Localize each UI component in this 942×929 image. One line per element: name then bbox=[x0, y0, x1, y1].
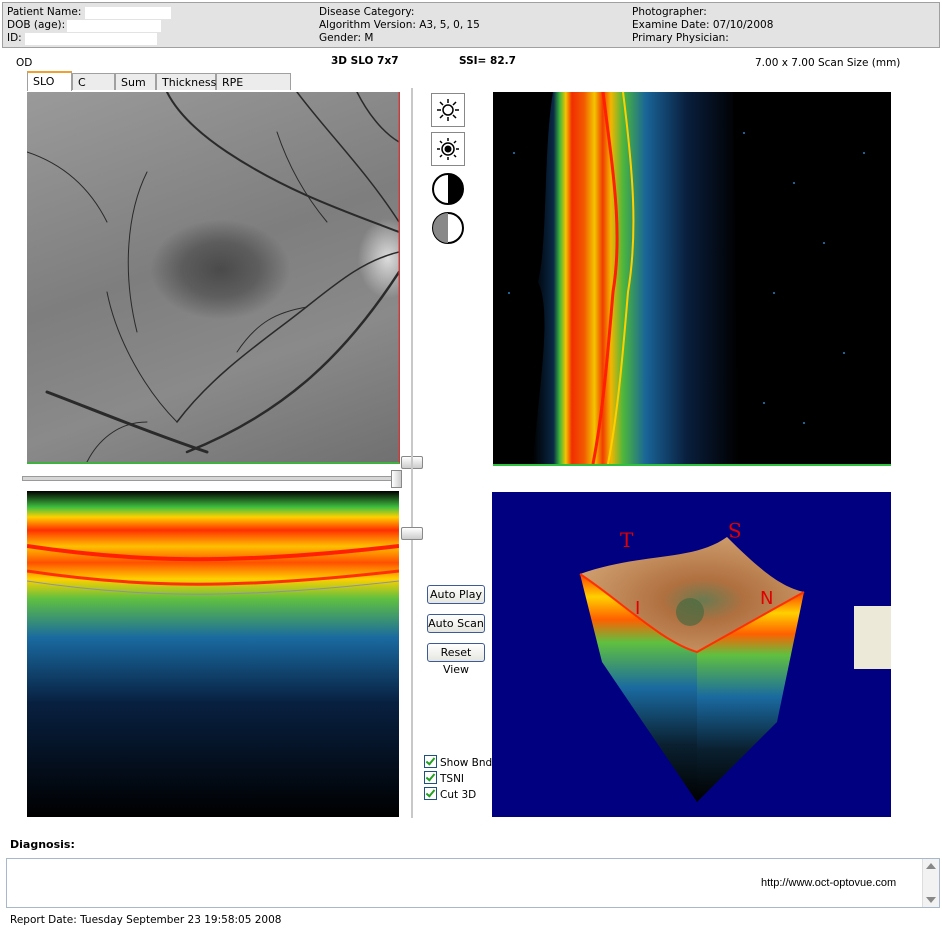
oct-3d-view[interactable]: T S I N bbox=[492, 492, 891, 817]
tab-thickness[interactable]: Thickness bbox=[156, 73, 216, 90]
checkbox-checked-icon[interactable] bbox=[424, 787, 437, 800]
gender-label: Gender: M bbox=[319, 32, 374, 44]
retina-vessels bbox=[27, 92, 399, 462]
slo-fundus-image[interactable] bbox=[27, 92, 400, 464]
oct-bscan-vertical[interactable] bbox=[493, 92, 891, 466]
photographer-label: Photographer: bbox=[632, 6, 707, 18]
slo-horizontal-slider-handle[interactable] bbox=[391, 470, 402, 488]
inferior-label: I bbox=[635, 598, 641, 619]
primary-physician-label: Primary Physician: bbox=[632, 32, 729, 44]
algorithm-version-label: Algorithm Version: A3, 5, 0, 15 bbox=[319, 19, 480, 31]
xscan-slider-handle[interactable] bbox=[401, 527, 423, 540]
checkbox-checked-icon[interactable] bbox=[424, 755, 437, 768]
panel-divider bbox=[411, 88, 413, 818]
dob-label: DOB (age): bbox=[7, 19, 66, 31]
eye-label: OD bbox=[16, 57, 33, 69]
report-date-label: Report Date: Tuesday September 23 19:58:… bbox=[10, 914, 282, 926]
cut-3d-label: Cut 3D bbox=[440, 789, 477, 801]
scan-size-label: 7.00 x 7.00 Scan Size (mm) bbox=[755, 57, 901, 69]
diagnosis-scrollbar[interactable] bbox=[922, 859, 939, 907]
tsni-label: TSNI bbox=[440, 773, 465, 785]
cut-3d-checkbox[interactable]: Cut 3D bbox=[424, 787, 476, 801]
auto-play-button[interactable]: Auto Play bbox=[427, 585, 485, 604]
scan-type-label: 3D SLO 7x7 bbox=[331, 55, 399, 67]
oct-bscan-horizontal[interactable] bbox=[27, 491, 399, 817]
bscan-layers bbox=[493, 92, 891, 464]
redacted-name bbox=[85, 7, 171, 19]
examine-date-label: Examine Date: 07/10/2008 bbox=[632, 19, 774, 31]
tab-rpe-elevation[interactable]: RPE Elevation bbox=[216, 73, 291, 106]
checkbox-checked-icon[interactable] bbox=[424, 771, 437, 784]
tab-sum[interactable]: Sum bbox=[115, 73, 156, 90]
tab-slo[interactable]: SLO bbox=[27, 71, 72, 91]
contrast-up-icon[interactable] bbox=[431, 172, 465, 206]
3d-cube bbox=[579, 537, 805, 802]
disease-category-label: Disease Category: bbox=[319, 6, 415, 18]
patient-name-label: Patient Name: I bbox=[7, 6, 88, 18]
superior-label: S bbox=[728, 518, 742, 542]
auto-scan-button[interactable]: Auto Scan bbox=[427, 614, 485, 633]
reset-view-button[interactable]: Reset View bbox=[427, 643, 485, 676]
website-url: http://www.oct-optovue.com bbox=[761, 877, 897, 889]
tsni-checkbox[interactable]: TSNI bbox=[424, 771, 464, 785]
id-label: ID: bbox=[7, 32, 22, 44]
show-bnd-checkbox[interactable]: Show Bnd bbox=[424, 755, 492, 769]
scroll-up-icon[interactable] bbox=[926, 863, 936, 869]
3d-view-side-panel[interactable] bbox=[854, 606, 891, 669]
tab-c-scan[interactable]: C Scan bbox=[72, 73, 115, 106]
contrast-down-icon[interactable] bbox=[431, 211, 465, 245]
nasal-label: N bbox=[760, 588, 774, 609]
scroll-down-icon[interactable] bbox=[926, 897, 936, 903]
temporal-label: T bbox=[620, 528, 634, 552]
brightness-down-icon[interactable] bbox=[431, 132, 465, 166]
diagnosis-text-area[interactable]: http://www.oct-optovue.com bbox=[6, 858, 940, 908]
brightness-up-icon[interactable] bbox=[431, 93, 465, 127]
slo-horizontal-slider[interactable] bbox=[22, 476, 400, 481]
show-bnd-label: Show Bnd bbox=[440, 757, 493, 769]
patient-header: Patient Name: I DOB (age): ID: Disease C… bbox=[2, 2, 940, 48]
xscan-layers bbox=[27, 491, 399, 817]
ssi-label: SSI= 82.7 bbox=[459, 55, 516, 67]
diagnosis-label: Diagnosis: bbox=[10, 838, 75, 851]
redacted-id bbox=[25, 33, 157, 45]
redacted-dob bbox=[67, 20, 161, 32]
